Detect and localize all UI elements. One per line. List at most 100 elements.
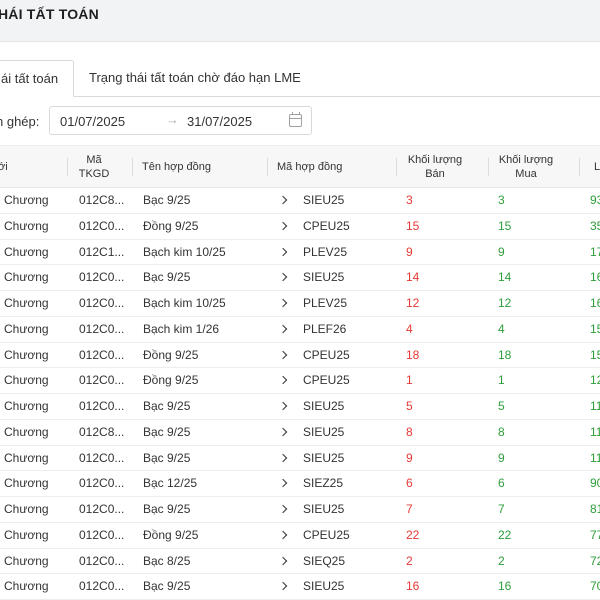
cell-contract-code: SIEU25 — [303, 450, 345, 465]
col-header-contract-code: Mã hợp đồng — [277, 160, 343, 173]
chevron-right-icon[interactable] — [280, 317, 290, 342]
table-row[interactable]: Chương 012C0... Đồng 9/25 CPEU25 15 15 35 — [0, 214, 600, 240]
cell-last: 16 — [590, 296, 600, 310]
table-header: ới Mã TKGD Tên hợp đồng Mã hợp đồng Khối… — [0, 145, 600, 188]
chevron-right-icon[interactable] — [280, 214, 290, 239]
table-row[interactable]: Chương 012C8... Bạc 9/25 SIEU25 3 3 93 — [0, 188, 600, 214]
cell-contract-name: Bạc 9/25 — [143, 399, 191, 413]
cell-last: 16 — [590, 270, 600, 285]
cell-sell-qty: 9 — [406, 450, 413, 465]
chevron-right-icon[interactable] — [280, 265, 290, 290]
cell-contract-code: PLEV25 — [303, 244, 348, 259]
cell-sell-qty: 8 — [406, 424, 413, 439]
settlement-table: ới Mã TKGD Tên hợp đồng Mã hợp đồng Khối… — [0, 145, 600, 600]
chevron-right-icon[interactable] — [280, 368, 290, 393]
cell-contract-code: SIEQ25 — [303, 553, 346, 568]
cell-last: 90 — [590, 476, 600, 491]
chevron-right-icon[interactable] — [280, 549, 290, 574]
cell-tkgd: 012C0... — [79, 579, 125, 594]
chevron-right-icon[interactable] — [280, 394, 290, 419]
cell-contract-name: Bạch kim 10/25 — [143, 244, 226, 259]
table-row[interactable]: Chương 012C0... Đồng 9/25 CPEU25 22 22 77 — [0, 523, 600, 549]
tab-settlement-status[interactable]: ái tất toán — [0, 60, 74, 97]
table-row[interactable]: Chương 012C0... Bạc 9/25 SIEU25 7 7 81 — [0, 497, 600, 523]
table-row[interactable]: Chương 012C1... Bạch kim 10/25 PLEV25 9 9 17 — [0, 240, 600, 266]
cell-customer-name: Chương — [4, 218, 49, 233]
cell-contract-code: SIEZ25 — [303, 476, 344, 491]
table-row[interactable]: Chương 012C0... Bạc 9/25 SIEU25 9 9 11 — [0, 446, 600, 472]
cell-customer-name: Chương — [4, 244, 49, 259]
table-row[interactable]: Chương 012C0... Bạc 9/25 SIEU25 16 16 70 — [0, 574, 600, 600]
cell-customer-name: Chương — [4, 527, 49, 542]
cell-tkgd: 012C0... — [79, 296, 125, 310]
date-filter-label: n ghép: — [0, 114, 40, 129]
date-to-input[interactable]: 31/07/2025 — [187, 114, 252, 129]
cell-tkgd: 012C0... — [79, 399, 125, 413]
cell-contract-name: Bạc 12/25 — [143, 476, 198, 491]
cell-buy-qty: 15 — [498, 218, 512, 233]
col-header-name: ới — [0, 160, 8, 173]
cell-tkgd: 012C0... — [79, 218, 125, 233]
cell-sell-qty: 2 — [406, 553, 413, 568]
chevron-right-icon[interactable] — [280, 446, 290, 471]
cell-sell-qty: 7 — [406, 502, 413, 516]
chevron-right-icon[interactable] — [280, 523, 290, 548]
cell-customer-name: Chương — [4, 476, 49, 491]
cell-customer-name: Chương — [4, 321, 49, 336]
cell-tkgd: 012C0... — [79, 270, 125, 285]
table-row[interactable]: Chương 012C0... Đồng 9/25 CPEU25 18 18 15 — [0, 343, 600, 369]
table-row[interactable]: Chương 012C0... Bạc 9/25 SIEU25 14 14 16 — [0, 265, 600, 291]
table-row[interactable]: Chương 012C0... Bạch kim 10/25 PLEV25 12 12 16 — [0, 291, 600, 317]
table-row[interactable]: Chương 012C0... Bạc 9/25 SIEU25 5 5 11 — [0, 394, 600, 420]
cell-buy-qty: 8 — [498, 424, 505, 439]
cell-contract-code: SIEU25 — [303, 270, 345, 285]
cell-sell-qty: 14 — [406, 270, 420, 285]
column-divider — [267, 158, 268, 176]
cell-contract-name: Đồng 9/25 — [143, 218, 199, 233]
chevron-right-icon[interactable] — [280, 240, 290, 265]
chevron-right-icon[interactable] — [280, 188, 290, 213]
calendar-icon[interactable] — [289, 112, 302, 127]
tab-bar: ái tất toán Trạng thái tất toán chờ đáo … — [0, 60, 600, 97]
chevron-right-icon[interactable] — [280, 420, 290, 445]
cell-contract-code: SIEU25 — [303, 193, 345, 207]
cell-last: 11 — [590, 424, 600, 439]
cell-customer-name: Chương — [4, 579, 49, 594]
chevron-right-icon[interactable] — [280, 291, 290, 316]
column-divider — [132, 158, 133, 176]
table-row[interactable]: Chương 012C0... Bạc 12/25 SIEZ25 6 6 90 — [0, 471, 600, 497]
cell-buy-qty: 14 — [498, 270, 512, 285]
cell-sell-qty: 1 — [406, 373, 413, 388]
arrow-right-icon: → — [166, 112, 179, 127]
cell-last: 35 — [590, 218, 600, 233]
cell-sell-qty: 12 — [406, 296, 420, 310]
tab-lme-pending-settlement[interactable]: Trạng thái tất toán chờ đáo hạn LME — [89, 60, 301, 97]
column-divider — [579, 158, 580, 176]
chevron-right-icon[interactable] — [280, 497, 290, 522]
cell-sell-qty: 5 — [406, 399, 413, 413]
cell-tkgd: 012C0... — [79, 553, 125, 568]
column-divider — [396, 158, 397, 176]
cell-contract-name: Đồng 9/25 — [143, 347, 199, 362]
table-row[interactable]: Chương 012C8... Bạc 9/25 SIEU25 8 8 11 — [0, 420, 600, 446]
cell-contract-code: PLEF26 — [303, 321, 347, 336]
cell-contract-code: PLEV25 — [303, 296, 348, 310]
date-from-input[interactable]: 01/07/2025 — [60, 114, 125, 129]
cell-buy-qty: 9 — [498, 450, 505, 465]
cell-customer-name: Chương — [4, 296, 49, 310]
chevron-right-icon[interactable] — [280, 471, 290, 496]
cell-tkgd: 012C0... — [79, 527, 125, 542]
chevron-right-icon[interactable] — [280, 343, 290, 368]
table-row[interactable]: Chương 012C0... Bạc 8/25 SIEQ25 2 2 72 — [0, 549, 600, 575]
table-row[interactable]: Chương 012C0... Bạch kim 1/26 PLEF26 4 4 15 — [0, 317, 600, 343]
date-range-picker[interactable]: 01/07/2025 → 31/07/2025 — [49, 106, 312, 135]
table-body: Chương 012C8... Bạc 9/25 SIEU25 3 3 93 Chương 01… — [0, 188, 600, 600]
cell-buy-qty: 2 — [498, 553, 505, 568]
cell-tkgd: 012C8... — [79, 193, 125, 207]
chevron-right-icon[interactable] — [280, 574, 290, 599]
table-row[interactable]: Chương 012C0... Đồng 9/25 CPEU25 1 1 12 — [0, 368, 600, 394]
cell-last: 15 — [590, 347, 600, 362]
col-header-buy-qty: Khối lượng Mua — [498, 153, 554, 180]
cell-contract-name: Bạc 8/25 — [143, 553, 191, 568]
cell-contract-code: CPEU25 — [303, 218, 350, 233]
